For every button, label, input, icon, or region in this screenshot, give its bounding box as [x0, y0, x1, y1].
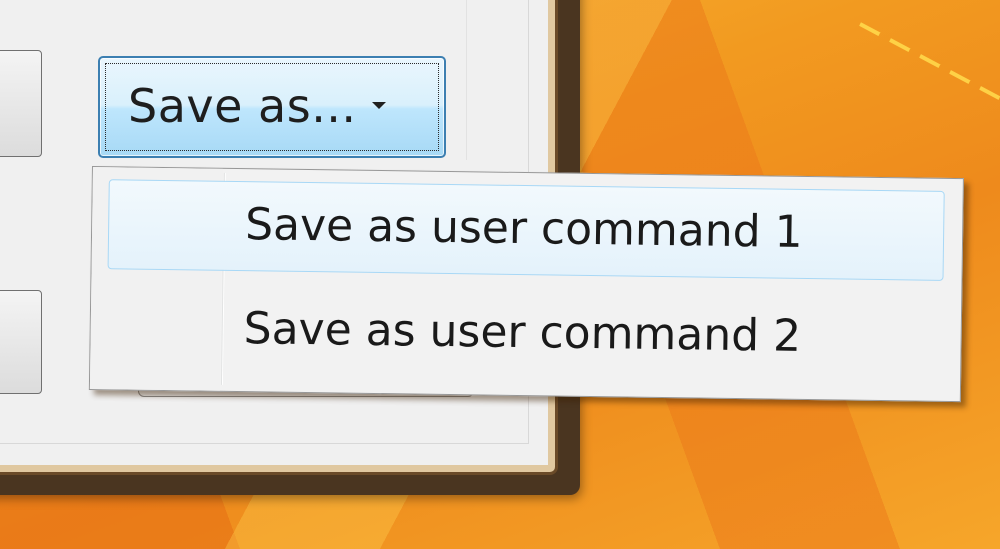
partial-button-bottom[interactable]	[0, 290, 42, 394]
save-as-dropdown-menu: Save as user command 1 Save as user comm…	[88, 166, 964, 403]
save-as-split-button[interactable]: Save as...	[98, 56, 446, 158]
partial-button-top[interactable]	[0, 50, 42, 157]
chevron-down-icon[interactable]	[372, 102, 386, 109]
save-as-button-label: Save as...	[128, 79, 357, 133]
wallpaper-streak	[859, 22, 1000, 101]
menu-item-label: Save as user command 2	[243, 303, 802, 362]
menu-item-label: Save as user command 1	[244, 199, 803, 258]
menu-item-save-as-user-command-1[interactable]: Save as user command 1	[107, 179, 945, 281]
dialog-separator	[466, 0, 467, 160]
menu-item-save-as-user-command-2[interactable]: Save as user command 2	[106, 283, 943, 385]
